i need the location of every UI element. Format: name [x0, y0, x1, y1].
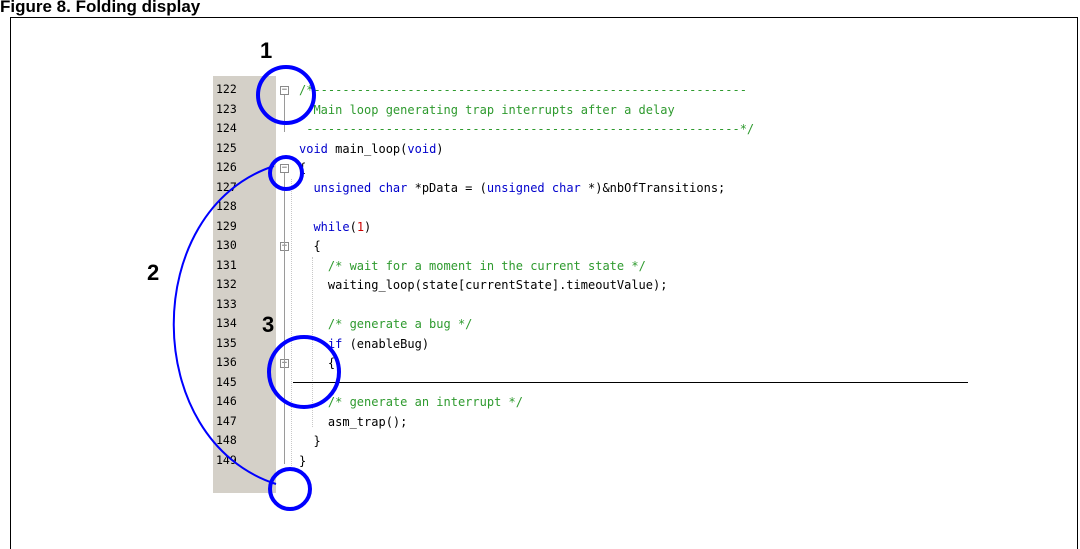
line-number: 129 [216, 218, 237, 233]
code-line[interactable]: { [299, 354, 335, 372]
code-line[interactable]: } [299, 452, 306, 470]
code-text: asm_trap(); [299, 414, 408, 429]
line-number-gutter: 122 123 124 125 126 127 128 129 130 131 132 133 134 1… [213, 76, 276, 493]
line-number: 147 [216, 413, 237, 428]
code-line[interactable]: { [299, 159, 306, 177]
code-comment: /* generate an interrupt */ [327, 395, 523, 409]
code-line[interactable]: /*--------------------------------------… [299, 81, 747, 99]
code-text: { [299, 356, 336, 370]
code-line[interactable]: if (enableBug) [299, 335, 429, 353]
code-text: } [299, 434, 321, 448]
code-text: waiting_loop(state[currentState].timeout… [299, 278, 668, 292]
line-number: 133 [216, 296, 237, 311]
code-editor[interactable]: 122 123 124 125 126 127 128 129 130 131 132 133 134 1… [213, 76, 968, 493]
line-number: 123 [216, 101, 237, 116]
line-number: 122 [216, 82, 237, 96]
figure-caption: Figure 8. Folding display [0, 0, 201, 16]
code-text: { [299, 239, 321, 253]
code-keyword: if [327, 336, 343, 351]
code-line[interactable]: /* generate an interrupt */ [299, 393, 523, 411]
line-number: 136 [216, 355, 237, 369]
code-line[interactable]: void main_loop(void) [299, 140, 444, 158]
code-number: 1 [356, 219, 365, 234]
code-comment: /* generate a bug */ [327, 317, 473, 331]
callout-label-3: 3 [262, 312, 275, 337]
fold-guide-line [284, 251, 285, 444]
code-keyword: void [299, 141, 328, 156]
code-keyword: unsigned char [486, 180, 581, 195]
code-line[interactable]: asm_trap(); [299, 413, 407, 431]
code-keyword: void [407, 141, 437, 156]
line-number: 145 [216, 374, 237, 389]
code-comment: /* wait for a moment in the current stat… [327, 258, 646, 273]
code-text: (enableBug) [342, 336, 430, 351]
code-text: { [299, 161, 307, 175]
code-line[interactable]: while(1) [299, 218, 371, 236]
code-line[interactable]: /* wait for a moment in the current stat… [299, 257, 646, 275]
line-number: 128 [216, 199, 237, 213]
code-text: *)&nbOfTransitions; [580, 180, 726, 195]
code-line[interactable]: unsigned char *pData = (unsigned char *)… [299, 179, 725, 197]
code-line[interactable]: ----------------------------------------… [299, 120, 754, 138]
code-line[interactable]: Main loop generating trap interrupts aft… [299, 101, 675, 119]
line-number: 135 [216, 335, 237, 350]
code-text: *pData = ( [407, 180, 487, 195]
fold-guide-line [284, 95, 285, 132]
page: Figure 8. Folding display 122 123 124 125 12… [0, 0, 1080, 549]
fold-collapse-icon[interactable]: − [280, 86, 289, 95]
line-number: 148 [216, 433, 237, 447]
code-text: main_loop( [327, 141, 408, 156]
code-line[interactable]: /* generate a bug */ [299, 315, 473, 333]
code-comment: Main loop generating trap interrupts aft… [299, 102, 675, 117]
code-line[interactable]: { [299, 237, 321, 255]
code-keyword: while [313, 219, 350, 234]
callout-label-1: 1 [260, 38, 273, 63]
code-text: ) [436, 141, 444, 156]
code-line[interactable]: waiting_loop(state[currentState].timeout… [299, 276, 668, 294]
line-number: 125 [216, 140, 237, 155]
line-number: 127 [216, 179, 237, 194]
line-number: 146 [216, 394, 237, 408]
line-number: 126 [216, 160, 237, 174]
callout-label-2: 2 [147, 260, 160, 285]
code-comment: /*--------------------------------------… [299, 83, 747, 97]
code-comment: ----------------------------------------… [299, 122, 755, 136]
code-line[interactable]: } [299, 432, 321, 450]
collapsed-region-separator [293, 382, 968, 383]
code-text: } [299, 453, 307, 468]
fold-collapse-icon[interactable]: − [280, 164, 289, 173]
line-number: 131 [216, 257, 237, 272]
code-text: ( [349, 219, 357, 234]
line-number: 130 [216, 238, 237, 252]
line-number: 149 [216, 452, 237, 467]
line-number: 134 [216, 316, 237, 330]
line-number: 124 [216, 121, 237, 135]
indent-guide [291, 178, 292, 466]
line-number: 132 [216, 277, 237, 291]
code-text: ) [364, 219, 372, 234]
code-keyword: unsigned char [313, 180, 408, 195]
